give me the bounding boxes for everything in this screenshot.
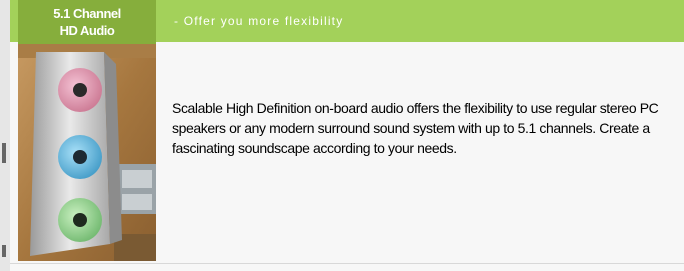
border-notch [2, 245, 6, 257]
feature-tagline: - Offer you more flexibility [174, 14, 344, 28]
border-notch [2, 143, 6, 163]
feature-badge: 5.1 Channel HD Audio [18, 0, 156, 44]
bottom-divider [10, 263, 684, 264]
left-border [0, 0, 10, 271]
feature-description: Scalable High Definition on-board audio … [172, 100, 659, 156]
audio-ports-image [18, 44, 156, 261]
badge-line-1: 5.1 Channel [53, 6, 121, 21]
badge-line-2: HD Audio [59, 23, 115, 38]
